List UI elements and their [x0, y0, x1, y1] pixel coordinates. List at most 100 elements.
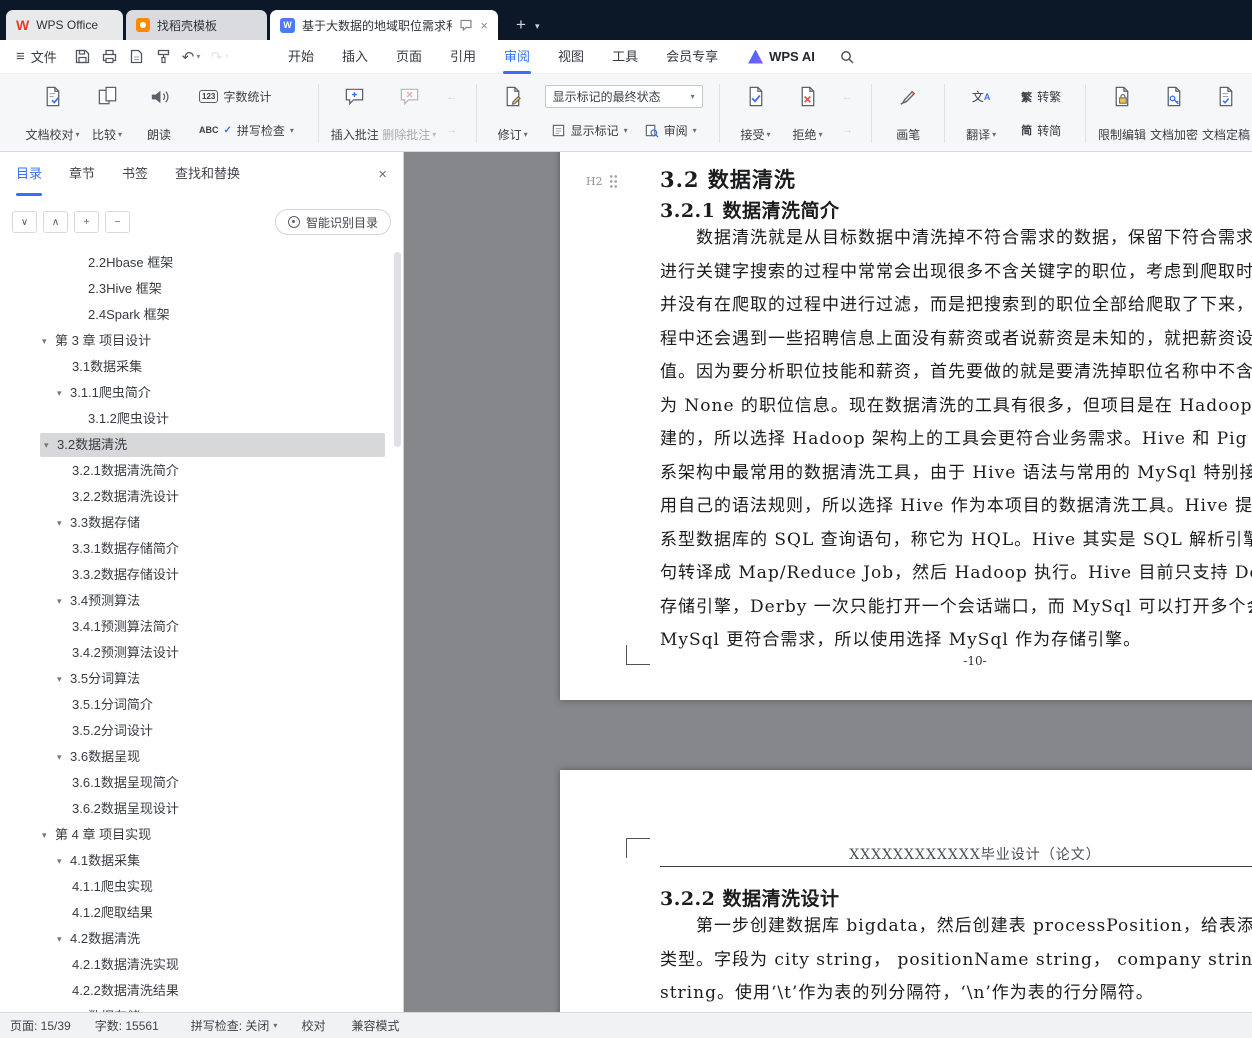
show-markup-button[interactable]: 显示标记 ▾: [545, 118, 634, 142]
word-count-button[interactable]: 123 字数统计: [193, 85, 300, 109]
format-painter-button[interactable]: [150, 45, 177, 69]
toc-item[interactable]: ▾第 4 章 项目实现: [0, 822, 395, 848]
menu-insert[interactable]: 插入: [328, 40, 382, 74]
markup-state-select[interactable]: 显示标记的最终状态 ▾: [545, 85, 703, 108]
toc-item[interactable]: 3.2.1数据清洗简介: [0, 458, 395, 484]
toc-item[interactable]: 3.4.1预测算法简介: [0, 614, 395, 640]
tab-docer-templates[interactable]: 找稻壳模板: [126, 10, 267, 40]
to-simplified-button[interactable]: 简 转简: [1015, 118, 1067, 142]
review-menu-button[interactable]: 审阅 ▾: [638, 118, 703, 142]
proofread-button[interactable]: 文档校对▾: [24, 80, 81, 147]
word-count-indicator[interactable]: 字数: 15561: [95, 1017, 159, 1034]
toc-zoom-in-button[interactable]: +: [74, 211, 99, 233]
spell-check-indicator[interactable]: 拼写检查: 关闭 ▾: [191, 1017, 278, 1034]
reject-button[interactable]: 拒绝▾: [781, 80, 833, 147]
tab-active-document[interactable]: W 基于大数据的地域职位需求和 ×: [270, 10, 498, 40]
close-tab-icon[interactable]: ×: [480, 18, 488, 33]
restrict-edit-button[interactable]: 限制编辑: [1096, 80, 1148, 147]
toc-expand-triangle-icon[interactable]: ▾: [57, 848, 62, 874]
comment-bubble-icon[interactable]: [459, 18, 473, 32]
toc-item[interactable]: 3.6.1数据呈现简介: [0, 770, 395, 796]
pen-button[interactable]: 画笔: [882, 80, 934, 147]
document-page-15[interactable]: H2 3.2 数据清洗 3.2.1 数据清洗简介 数据清洗就是从目标数据中清洗掉…: [560, 152, 1252, 700]
tab-toc[interactable]: 目录: [16, 152, 42, 196]
heading-level-marker[interactable]: H2: [586, 174, 618, 188]
tab-chapters[interactable]: 章节: [69, 152, 95, 196]
toc-item[interactable]: ▾3.1.1爬虫简介: [0, 380, 395, 406]
tab-bookmarks[interactable]: 书签: [122, 152, 148, 196]
toc-item[interactable]: 2.2Hbase 框架: [0, 250, 395, 276]
menu-home[interactable]: 开始: [274, 40, 328, 74]
toc-item[interactable]: 4.1.1爬虫实现: [0, 874, 395, 900]
toc-item[interactable]: ▾3.5分词算法: [0, 666, 395, 692]
compatibility-mode-indicator[interactable]: 兼容模式: [351, 1017, 399, 1034]
spell-check-button[interactable]: ABC ✓ 拼写检查 ▾: [193, 118, 300, 142]
menu-references[interactable]: 引用: [436, 40, 490, 74]
toc-item[interactable]: 4.1.2爬取结果: [0, 900, 395, 926]
chevron-down-icon[interactable]: ▾: [196, 52, 200, 61]
tab-list-chevron-icon[interactable]: ▾: [535, 21, 540, 32]
toc-item[interactable]: 3.1.2爬虫设计: [0, 406, 395, 432]
wps-ai-button[interactable]: WPS AI: [748, 49, 815, 64]
toc-expand-triangle-icon[interactable]: ▾: [57, 926, 62, 952]
toc-item[interactable]: 4.2.2数据清洗结果: [0, 978, 395, 1004]
file-menu-button[interactable]: ≡ 文件: [0, 40, 69, 74]
toc-item[interactable]: 3.4.2预测算法设计: [0, 640, 395, 666]
drag-handle-icon[interactable]: [609, 174, 618, 188]
previous-change-button[interactable]: ←: [837, 87, 857, 107]
menu-page[interactable]: 页面: [382, 40, 436, 74]
toc-expand-triangle-icon[interactable]: ▾: [44, 432, 49, 458]
search-icon[interactable]: [833, 43, 861, 71]
toc-collapse-up-button[interactable]: ∧: [43, 211, 68, 233]
to-traditional-button[interactable]: 繁 转繁: [1015, 85, 1067, 109]
export-pdf-button[interactable]: [123, 45, 150, 69]
finalize-button[interactable]: 文档定稿: [1200, 80, 1252, 147]
toc-item[interactable]: 3.3.2数据存储设计: [0, 562, 395, 588]
next-change-button[interactable]: →: [837, 120, 857, 140]
tab-find-replace[interactable]: 查找和替换: [175, 152, 240, 196]
insert-comment-button[interactable]: 插入批注: [329, 80, 381, 147]
redo-button[interactable]: ↷ ▾: [205, 48, 234, 66]
menu-review[interactable]: 审阅: [490, 40, 544, 74]
close-sidebar-icon[interactable]: ×: [378, 166, 387, 183]
previous-comment-button[interactable]: ←: [442, 87, 462, 107]
toc-item[interactable]: 3.6.2数据呈现设计: [0, 796, 395, 822]
translate-button[interactable]: 文A 翻译▾: [955, 80, 1007, 147]
toc-item[interactable]: 4.2.1数据清洗实现: [0, 952, 395, 978]
toc-item[interactable]: 2.4Spark 框架: [0, 302, 395, 328]
toc-item[interactable]: ▾3.2数据清洗: [0, 432, 395, 458]
toc-item[interactable]: ▾第 3 章 项目设计: [0, 328, 395, 354]
toc-expand-triangle-icon[interactable]: ▾: [57, 744, 62, 770]
toc-item[interactable]: 3.1数据采集: [0, 354, 395, 380]
delete-comment-button[interactable]: 删除批注▾: [381, 80, 438, 147]
toc-item[interactable]: 3.5.2分词设计: [0, 718, 395, 744]
tab-wps-office[interactable]: W WPS Office: [6, 10, 123, 40]
read-aloud-button[interactable]: 朗读: [133, 80, 185, 147]
compare-button[interactable]: 比较▾: [81, 80, 133, 147]
toc-expand-triangle-icon[interactable]: ▾: [42, 328, 47, 354]
menu-membership[interactable]: 会员专享: [652, 40, 732, 74]
toc-item[interactable]: ▾4.3数据存储: [0, 1004, 395, 1012]
next-comment-button[interactable]: →: [442, 120, 462, 140]
toc-item[interactable]: ▾3.6数据呈现: [0, 744, 395, 770]
accept-button[interactable]: 接受▾: [729, 80, 781, 147]
smart-toc-button[interactable]: 智能识别目录: [275, 209, 391, 235]
toc-expand-down-button[interactable]: ∨: [12, 211, 37, 233]
new-tab-button[interactable]: +: [509, 13, 533, 37]
track-changes-button[interactable]: 修订▾: [487, 80, 539, 147]
toc-item[interactable]: 3.3.1数据存储简介: [0, 536, 395, 562]
toc-item[interactable]: 2.3Hive 框架: [0, 276, 395, 302]
toc-item[interactable]: ▾3.4预测算法: [0, 588, 395, 614]
toc-expand-triangle-icon[interactable]: ▾: [57, 666, 62, 692]
toc-item[interactable]: 3.5.1分词简介: [0, 692, 395, 718]
print-button[interactable]: [96, 45, 123, 69]
sidebar-scrollbar[interactable]: [394, 252, 401, 447]
toc-item[interactable]: ▾4.1数据采集: [0, 848, 395, 874]
toc-item[interactable]: ▾3.3数据存储: [0, 510, 395, 536]
toc-zoom-out-button[interactable]: −: [105, 211, 130, 233]
toc-expand-triangle-icon[interactable]: ▾: [57, 1004, 62, 1012]
encrypt-button[interactable]: 文档加密: [1148, 80, 1200, 147]
toc-expand-triangle-icon[interactable]: ▾: [57, 510, 62, 536]
page-indicator[interactable]: 页面: 15/39: [10, 1017, 71, 1034]
toc-expand-triangle-icon[interactable]: ▾: [57, 380, 62, 406]
